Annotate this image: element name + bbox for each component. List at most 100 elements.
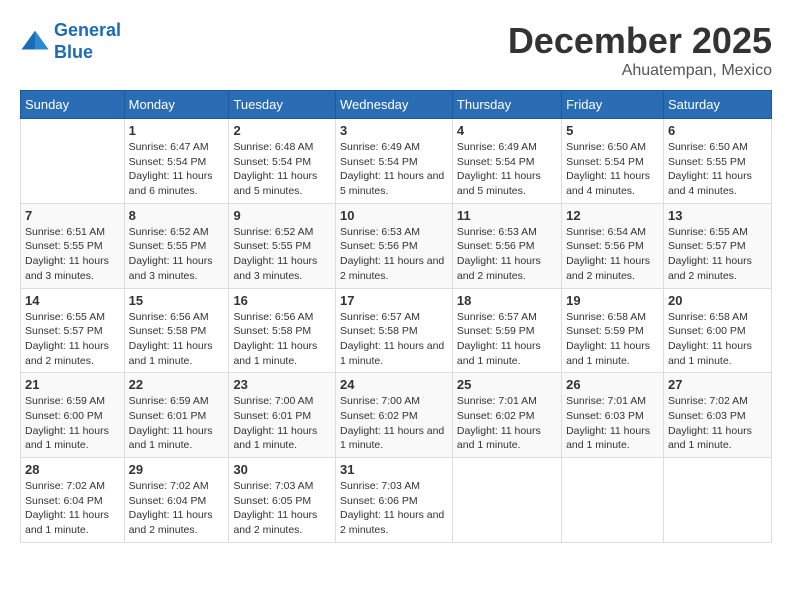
day-number: 25: [457, 377, 557, 392]
day-number: 18: [457, 293, 557, 308]
day-number: 4: [457, 123, 557, 138]
day-number: 20: [668, 293, 767, 308]
calendar-cell: 6Sunrise: 6:50 AMSunset: 5:55 PMDaylight…: [663, 119, 771, 204]
day-info: Sunrise: 6:50 AMSunset: 5:54 PMDaylight:…: [566, 140, 659, 199]
location: Ahuatempan, Mexico: [508, 62, 772, 80]
week-row-3: 21 Sunrise: 6:59 AMSunset: 6:00 PMDayligh…: [21, 373, 772, 458]
day-number: 19: [566, 293, 659, 308]
day-number: 26: [566, 377, 659, 392]
weekday-wednesday: Wednesday: [335, 91, 452, 119]
calendar-cell: 20 Sunrise: 6:58 AMSunset: 6:00 PMDayligh…: [663, 288, 771, 373]
title-section: December 2025 Ahuatempan, Mexico: [508, 20, 772, 80]
day-info: Sunrise: 7:02 AMSunset: 6:03 PMDaylight:…: [668, 394, 767, 453]
calendar-cell: 30 Sunrise: 7:03 AMSunset: 6:05 PMDayligh…: [229, 458, 336, 543]
day-info: Sunrise: 6:59 AMSunset: 6:01 PMDaylight:…: [129, 394, 225, 453]
calendar-cell: 16 Sunrise: 6:56 AMSunset: 5:58 PMDayligh…: [229, 288, 336, 373]
day-info: Sunrise: 6:58 AMSunset: 6:00 PMDaylight:…: [668, 310, 767, 369]
day-number: 22: [129, 377, 225, 392]
month-title: December 2025: [508, 20, 772, 62]
calendar-cell: 19Sunrise: 6:58 AMSunset: 5:59 PMDayligh…: [562, 288, 664, 373]
day-number: 29: [129, 462, 225, 477]
calendar-cell: 17Sunrise: 6:57 AMSunset: 5:58 PMDayligh…: [335, 288, 452, 373]
day-info: Sunrise: 7:02 AMSunset: 6:04 PMDaylight:…: [25, 479, 120, 538]
day-info: Sunrise: 7:01 AMSunset: 6:03 PMDaylight:…: [566, 394, 659, 453]
day-number: 30: [233, 462, 331, 477]
day-number: 8: [129, 208, 225, 223]
calendar-header: SundayMondayTuesdayWednesdayThursdayFrid…: [21, 91, 772, 119]
day-info: Sunrise: 7:03 AMSunset: 6:06 PMDaylight:…: [340, 479, 448, 538]
day-info: Sunrise: 7:00 AMSunset: 6:02 PMDaylight:…: [340, 394, 448, 453]
day-info: Sunrise: 6:47 AMSunset: 5:54 PMDaylight:…: [129, 140, 225, 199]
day-number: 5: [566, 123, 659, 138]
calendar-cell: 22 Sunrise: 6:59 AMSunset: 6:01 PMDayligh…: [124, 373, 229, 458]
day-info: Sunrise: 6:54 AMSunset: 5:56 PMDaylight:…: [566, 225, 659, 284]
calendar-cell: 1 Sunrise: 6:47 AMSunset: 5:54 PMDaylight…: [124, 119, 229, 204]
week-row-0: 1 Sunrise: 6:47 AMSunset: 5:54 PMDaylight…: [21, 119, 772, 204]
day-number: 17: [340, 293, 448, 308]
day-info: Sunrise: 7:03 AMSunset: 6:05 PMDaylight:…: [233, 479, 331, 538]
day-number: 21: [25, 377, 120, 392]
weekday-saturday: Saturday: [663, 91, 771, 119]
calendar-cell: 23Sunrise: 7:00 AMSunset: 6:01 PMDayligh…: [229, 373, 336, 458]
page-header: General Blue December 2025 Ahuatempan, M…: [20, 20, 772, 80]
day-info: Sunrise: 6:49 AMSunset: 5:54 PMDaylight:…: [457, 140, 557, 199]
day-number: 10: [340, 208, 448, 223]
day-number: 13: [668, 208, 767, 223]
day-info: Sunrise: 6:53 AMSunset: 5:56 PMDaylight:…: [340, 225, 448, 284]
calendar-cell: [21, 119, 125, 204]
weekday-monday: Monday: [124, 91, 229, 119]
day-number: 28: [25, 462, 120, 477]
calendar-cell: 5 Sunrise: 6:50 AMSunset: 5:54 PMDaylight…: [562, 119, 664, 204]
day-number: 7: [25, 208, 120, 223]
day-number: 24: [340, 377, 448, 392]
day-info: Sunrise: 6:48 AMSunset: 5:54 PMDaylight:…: [233, 140, 331, 199]
day-number: 14: [25, 293, 120, 308]
calendar-body: 1 Sunrise: 6:47 AMSunset: 5:54 PMDaylight…: [21, 119, 772, 543]
weekday-friday: Friday: [562, 91, 664, 119]
day-info: Sunrise: 6:56 AMSunset: 5:58 PMDaylight:…: [129, 310, 225, 369]
calendar-cell: 31 Sunrise: 7:03 AMSunset: 6:06 PMDayligh…: [335, 458, 452, 543]
day-info: Sunrise: 6:52 AMSunset: 5:55 PMDaylight:…: [233, 225, 331, 284]
week-row-1: 7 Sunrise: 6:51 AMSunset: 5:55 PMDaylight…: [21, 203, 772, 288]
day-number: 31: [340, 462, 448, 477]
day-info: Sunrise: 6:55 AMSunset: 5:57 PMDaylight:…: [25, 310, 120, 369]
weekday-row: SundayMondayTuesdayWednesdayThursdayFrid…: [21, 91, 772, 119]
day-info: Sunrise: 6:49 AMSunset: 5:54 PMDaylight:…: [340, 140, 448, 199]
calendar-cell: 7 Sunrise: 6:51 AMSunset: 5:55 PMDaylight…: [21, 203, 125, 288]
calendar-cell: 13Sunrise: 6:55 AMSunset: 5:57 PMDayligh…: [663, 203, 771, 288]
day-info: Sunrise: 6:56 AMSunset: 5:58 PMDaylight:…: [233, 310, 331, 369]
calendar-cell: 27 Sunrise: 7:02 AMSunset: 6:03 PMDayligh…: [663, 373, 771, 458]
day-number: 16: [233, 293, 331, 308]
calendar-cell: 3 Sunrise: 6:49 AMSunset: 5:54 PMDaylight…: [335, 119, 452, 204]
day-number: 27: [668, 377, 767, 392]
calendar-cell: [562, 458, 664, 543]
day-info: Sunrise: 7:02 AMSunset: 6:04 PMDaylight:…: [129, 479, 225, 538]
logo: General Blue: [20, 20, 121, 63]
calendar-cell: 4 Sunrise: 6:49 AMSunset: 5:54 PMDaylight…: [452, 119, 561, 204]
calendar-cell: [663, 458, 771, 543]
day-info: Sunrise: 6:59 AMSunset: 6:00 PMDaylight:…: [25, 394, 120, 453]
day-info: Sunrise: 6:51 AMSunset: 5:55 PMDaylight:…: [25, 225, 120, 284]
day-info: Sunrise: 6:50 AMSunset: 5:55 PMDaylight:…: [668, 140, 767, 199]
day-number: 3: [340, 123, 448, 138]
calendar-cell: 10 Sunrise: 6:53 AMSunset: 5:56 PMDayligh…: [335, 203, 452, 288]
day-info: Sunrise: 6:52 AMSunset: 5:55 PMDaylight:…: [129, 225, 225, 284]
day-number: 11: [457, 208, 557, 223]
day-number: 23: [233, 377, 331, 392]
calendar-cell: 11 Sunrise: 6:53 AMSunset: 5:56 PMDayligh…: [452, 203, 561, 288]
weekday-thursday: Thursday: [452, 91, 561, 119]
day-number: 15: [129, 293, 225, 308]
calendar-cell: 12 Sunrise: 6:54 AMSunset: 5:56 PMDayligh…: [562, 203, 664, 288]
calendar-table: SundayMondayTuesdayWednesdayThursdayFrid…: [20, 90, 772, 543]
calendar-cell: 15 Sunrise: 6:56 AMSunset: 5:58 PMDayligh…: [124, 288, 229, 373]
day-number: 1: [129, 123, 225, 138]
calendar-cell: 29 Sunrise: 7:02 AMSunset: 6:04 PMDayligh…: [124, 458, 229, 543]
weekday-sunday: Sunday: [21, 91, 125, 119]
day-number: 9: [233, 208, 331, 223]
day-number: 12: [566, 208, 659, 223]
day-info: Sunrise: 6:57 AMSunset: 5:59 PMDaylight:…: [457, 310, 557, 369]
logo-icon: [20, 27, 50, 57]
week-row-2: 14 Sunrise: 6:55 AMSunset: 5:57 PMDayligh…: [21, 288, 772, 373]
calendar-cell: 14 Sunrise: 6:55 AMSunset: 5:57 PMDayligh…: [21, 288, 125, 373]
day-info: Sunrise: 6:53 AMSunset: 5:56 PMDaylight:…: [457, 225, 557, 284]
